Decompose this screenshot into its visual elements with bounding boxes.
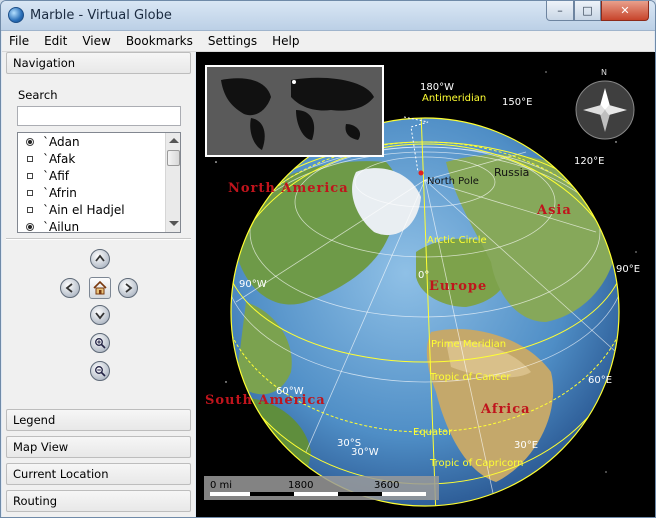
minimize-button[interactable]: – [546,1,574,21]
list-item[interactable]: `Ailun [18,219,164,233]
title-bar: Marble - Virtual Globe – □ ✕ [1,1,655,31]
menu-file[interactable]: File [2,31,37,52]
list-item[interactable]: `Ain el Hadjel [18,202,164,219]
list-item[interactable]: `Afif [18,168,164,185]
compass-icon[interactable] [575,80,635,140]
menu-bookmarks[interactable]: Bookmarks [119,31,201,52]
scale-label-mid: 1800 [288,480,313,491]
label-arctic-circle: Arctic Circle [427,235,487,246]
label-asia: Asia [536,203,572,218]
label-0-deg: 0° [418,270,429,281]
globe-map-view[interactable]: N North America South America Europe Asi… [196,52,655,517]
scroll-down-icon[interactable] [169,221,179,226]
list-item-label: `Ailun [43,220,80,233]
app-window: Marble - Virtual Globe – □ ✕ File Edit V… [0,0,656,518]
separator [6,238,191,240]
list-item[interactable]: `Afak [18,151,164,168]
label-prime-meridian: Prime Meridian [431,339,506,350]
zoom-in-icon[interactable] [90,333,110,353]
list-item-label: `Afrin [43,186,77,200]
menu-edit[interactable]: Edit [37,31,75,52]
maximize-button[interactable]: □ [574,1,601,21]
label-30w: 30°W [351,447,379,458]
list-item-label: `Afif [43,169,69,183]
arrow-right-icon[interactable] [118,278,138,298]
list-item[interactable]: `Adan [18,134,164,151]
scale-label-max: 3600 [374,480,399,491]
label-north-pole: North Pole [427,176,479,187]
label-30e: 30°E [514,440,538,451]
label-120e: 120°E [574,156,604,167]
label-60e: 60°E [588,375,612,386]
list-item[interactable]: `Afrin [18,185,164,202]
label-tropic-of-capricorn: Tropic of Capricorn [429,458,524,469]
label-180w: 180°W [420,82,454,93]
arrow-left-icon[interactable] [60,278,80,298]
label-antimeridian: Antimeridian [422,93,486,104]
menu-bar: File Edit View Bookmarks Settings Help [2,31,654,52]
label-90w: 90°W [239,279,267,290]
label-90e: 90°E [616,264,640,275]
label-equator: Equator [413,427,453,438]
compass-north-label: N [601,68,607,77]
list-item-label: `Adan [43,135,80,149]
scale-label-0: 0 mi [210,480,232,491]
label-north-america: North America [228,181,349,196]
place-list[interactable]: `Adan `Afak `Afif `Afrin `Ain el Hadjel … [17,132,181,233]
globe-app-icon [8,7,24,23]
map-view-header[interactable]: Map View [6,436,191,458]
label-europe: Europe [429,279,487,294]
navigation-header[interactable]: Navigation [6,52,191,74]
list-item-label: `Ain el Hadjel [43,203,125,217]
scale-bar: 0 mi 1800 3600 [204,476,439,500]
list-scrollbar[interactable] [165,133,180,232]
home-icon[interactable] [89,277,111,299]
sidebar: Navigation Search `Adan `Afak `Afif `Afr… [2,52,195,517]
routing-header[interactable]: Routing [6,490,191,512]
place-square-icon [27,190,33,196]
current-location-header[interactable]: Current Location [6,463,191,485]
search-input[interactable] [17,106,181,126]
place-square-icon [27,207,33,213]
north-pole-marker [418,170,424,176]
label-russia: Russia [494,166,529,179]
scroll-thumb[interactable] [167,150,180,166]
search-label: Search [18,88,58,102]
menu-view[interactable]: View [75,31,118,52]
menu-settings[interactable]: Settings [201,31,265,52]
arrow-up-icon[interactable] [90,249,110,269]
label-africa: Africa [480,402,531,417]
window-title: Marble - Virtual Globe [30,8,172,23]
label-60w: 60°W [276,386,304,397]
close-button[interactable]: ✕ [601,1,649,21]
label-150e: 150°E [502,97,532,108]
label-tropic-of-cancer: Tropic of Cancer [429,372,511,383]
place-circle-icon [26,223,34,231]
zoom-out-icon[interactable] [90,361,110,381]
place-square-icon [27,173,33,179]
label-south-america: South America [205,393,326,408]
place-square-icon [27,156,33,162]
overview-map[interactable] [205,65,384,157]
scroll-up-icon[interactable] [169,138,179,143]
arrow-down-icon[interactable] [90,305,110,325]
place-circle-icon [26,138,34,146]
legend-header[interactable]: Legend [6,409,191,431]
menu-help[interactable]: Help [265,31,307,52]
list-item-label: `Afak [43,152,76,166]
